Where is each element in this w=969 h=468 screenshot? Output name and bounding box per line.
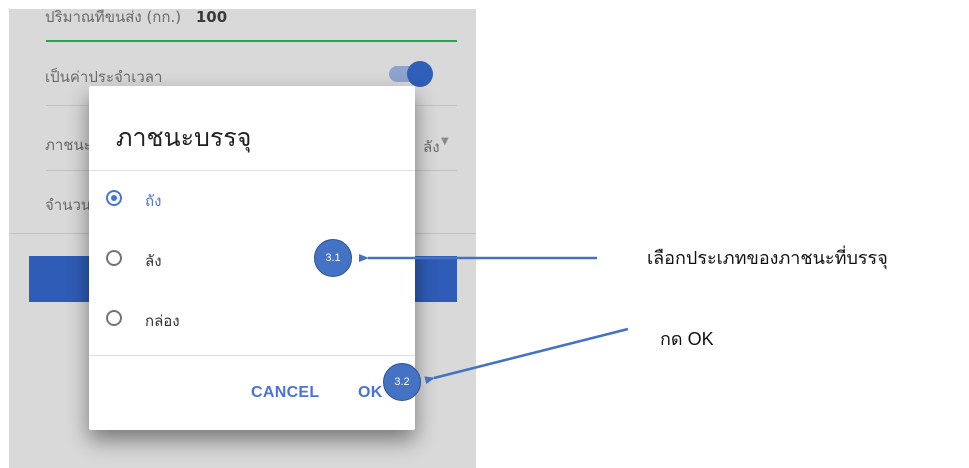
- step-marker-3-1: 3.1: [314, 239, 352, 277]
- annotation-arrows: [359, 254, 629, 385]
- step-marker-3-2: 3.2: [383, 363, 421, 401]
- step1-annotation: เลือกประเภทของภาชนะที่บรรจุ: [647, 248, 888, 268]
- arrow-step2: [424, 327, 629, 385]
- step2-annotation: กด OK: [660, 329, 714, 349]
